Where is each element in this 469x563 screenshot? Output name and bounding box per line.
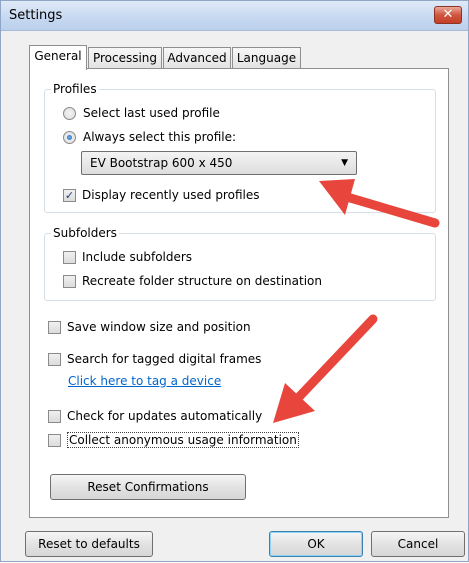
- radio-last-used-row[interactable]: Select last used profile: [63, 104, 220, 122]
- display-recent-row[interactable]: ✓ Display recently used profiles: [63, 186, 259, 204]
- radio-always-label: Always select this profile:: [83, 130, 237, 144]
- profiles-group: Profiles Select last used profile Always…: [44, 82, 436, 213]
- check-updates-row[interactable]: Check for updates automatically: [48, 407, 262, 425]
- reset-confirmations-label: Reset Confirmations: [87, 480, 209, 494]
- check-updates-checkbox[interactable]: [48, 409, 61, 423]
- collect-usage-row[interactable]: Collect anonymous usage information: [48, 431, 299, 449]
- collect-usage-checkbox[interactable]: [48, 433, 61, 447]
- subfolders-legend: Subfolders: [51, 226, 119, 240]
- tab-language[interactable]: Language: [232, 47, 301, 69]
- close-icon: ✕: [442, 7, 454, 22]
- chevron-down-icon: ▼: [341, 158, 348, 168]
- radio-last-used[interactable]: [63, 106, 76, 120]
- window-title: Settings: [9, 8, 63, 23]
- recreate-structure-row[interactable]: Recreate folder structure on destination: [63, 272, 322, 290]
- display-recent-checkbox[interactable]: ✓: [63, 188, 76, 202]
- radio-always-select[interactable]: [63, 130, 76, 144]
- ok-label: OK: [307, 537, 325, 551]
- close-button[interactable]: ✕: [434, 6, 462, 24]
- radio-always-row[interactable]: Always select this profile:: [63, 128, 236, 146]
- save-window-row[interactable]: Save window size and position: [48, 318, 251, 336]
- tab-general[interactable]: General: [29, 45, 87, 70]
- check-updates-label: Check for updates automatically: [67, 409, 263, 423]
- recreate-structure-checkbox[interactable]: [63, 274, 76, 288]
- cancel-button[interactable]: Cancel: [371, 531, 465, 557]
- collect-usage-label: Collect anonymous usage information: [67, 432, 299, 448]
- include-subfolders-row[interactable]: Include subfolders: [63, 248, 192, 266]
- profiles-legend: Profiles: [51, 82, 99, 96]
- save-window-label: Save window size and position: [67, 320, 251, 334]
- reset-defaults-button[interactable]: Reset to defaults: [25, 531, 153, 557]
- profile-dropdown[interactable]: EV Bootstrap 600 x 450 ▼: [81, 151, 357, 175]
- settings-dialog: Settings ✕ General Processing Advanced L…: [0, 0, 469, 562]
- recreate-structure-label: Recreate folder structure on destination: [82, 274, 323, 288]
- display-recent-label: Display recently used profiles: [82, 188, 260, 202]
- tag-device-link[interactable]: Click here to tag a device: [68, 374, 221, 388]
- include-subfolders-checkbox[interactable]: [63, 250, 76, 264]
- tab-general-label: General: [34, 49, 82, 63]
- title-bar[interactable]: Settings ✕: [1, 1, 468, 31]
- save-window-checkbox[interactable]: [48, 320, 61, 334]
- tab-processing[interactable]: Processing: [88, 47, 162, 69]
- search-tagged-row[interactable]: Search for tagged digital frames: [48, 350, 261, 368]
- include-subfolders-label: Include subfolders: [82, 250, 193, 264]
- radio-last-used-label: Select last used profile: [83, 106, 220, 120]
- general-tab-panel: Profiles Select last used profile Always…: [29, 68, 449, 518]
- subfolders-group: Subfolders Include subfolders Recreate f…: [44, 226, 436, 301]
- tab-processing-label: Processing: [92, 51, 158, 65]
- tag-device-link-row: Click here to tag a device: [68, 372, 221, 390]
- cancel-label: Cancel: [397, 537, 439, 551]
- ok-button[interactable]: OK: [269, 531, 363, 557]
- profile-dropdown-value: EV Bootstrap 600 x 450: [90, 156, 233, 170]
- tab-advanced[interactable]: Advanced: [163, 47, 231, 69]
- tab-language-label: Language: [236, 51, 297, 65]
- reset-defaults-label: Reset to defaults: [38, 537, 140, 551]
- reset-confirmations-button[interactable]: Reset Confirmations: [50, 474, 246, 500]
- search-tagged-label: Search for tagged digital frames: [67, 352, 262, 366]
- search-tagged-checkbox[interactable]: [48, 352, 61, 366]
- tab-advanced-label: Advanced: [167, 51, 227, 65]
